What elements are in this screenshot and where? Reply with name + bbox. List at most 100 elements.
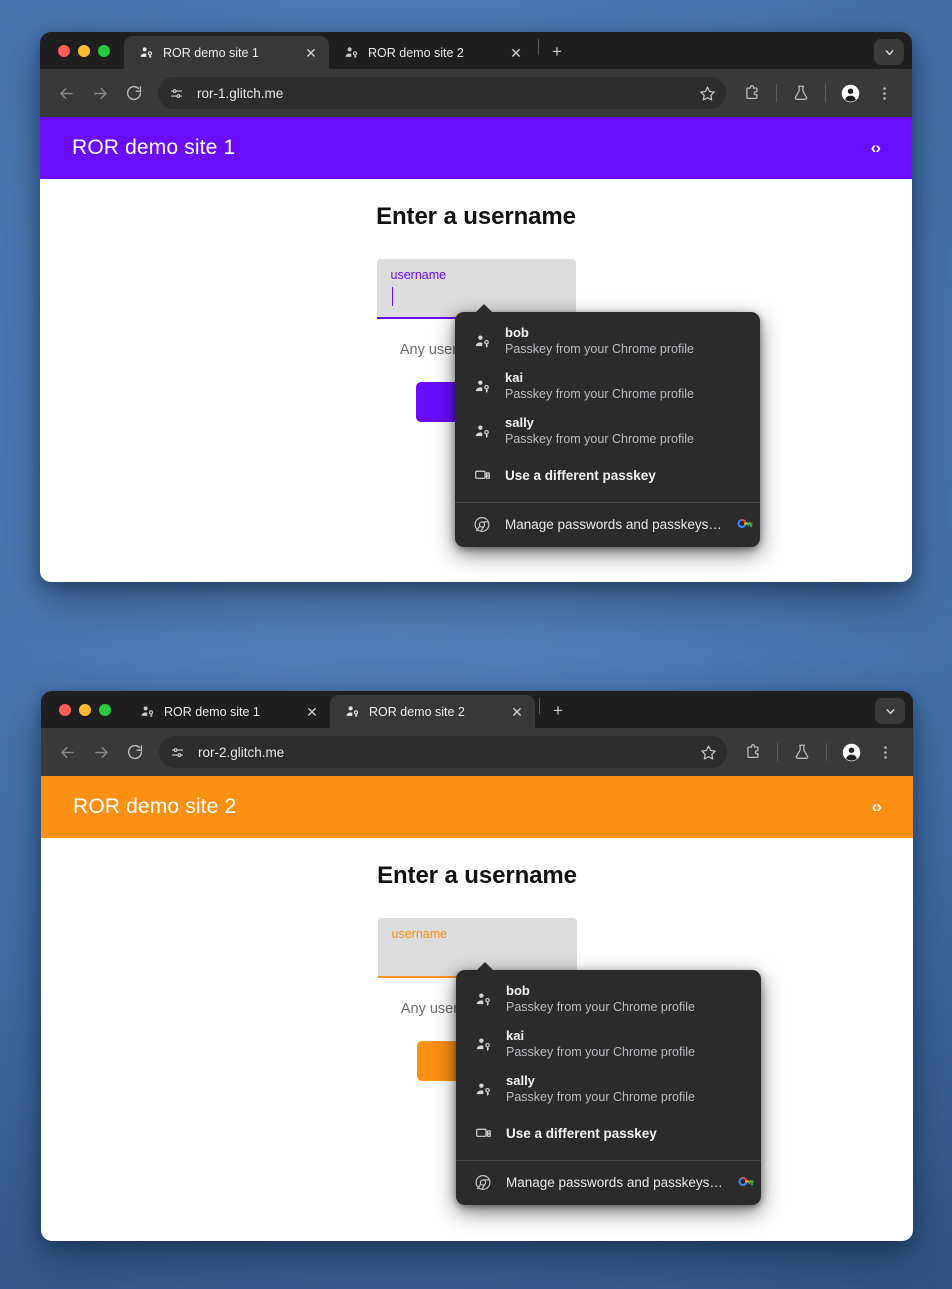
use-different-passkey-option[interactable]: Use a different passkey [455, 454, 760, 498]
labs-flask-icon[interactable] [786, 736, 818, 768]
device-laptop-icon [473, 467, 491, 485]
chevron-down-icon[interactable] [875, 698, 905, 724]
passkey-name: sally [506, 1072, 535, 1088]
maximize-window-button[interactable] [99, 703, 111, 716]
passkey-subtitle: Passkey from your Chrome profile [505, 387, 694, 402]
person-key-icon [138, 45, 154, 61]
back-arrow-icon[interactable] [51, 736, 83, 768]
tab-ror-demo-site-2[interactable]: ROR demo site 2 ✕ [329, 36, 534, 69]
passkey-option-bob[interactable]: bob Passkey from your Chrome profile [455, 319, 760, 364]
manage-passwords-option[interactable]: Manage passwords and passkeys… [455, 503, 760, 547]
site-settings-icon[interactable] [165, 740, 189, 764]
address-bar[interactable]: ror-1.glitch.me [158, 77, 726, 109]
passkey-subtitle: Passkey from your Chrome profile [505, 432, 694, 446]
back-arrow-icon[interactable] [50, 77, 82, 109]
passkey-autofill-dropdown-1: bob Passkey from your Chrome profile kai… [455, 304, 760, 547]
passkey-name: bob [505, 325, 529, 340]
reload-icon[interactable] [118, 77, 150, 109]
manage-passwords-label: Manage passwords and passkeys… [506, 1174, 723, 1190]
use-different-passkey-label: Use a different passkey [505, 468, 656, 484]
window-traffic-lights [40, 32, 124, 69]
passkey-subtitle: Passkey from your Chrome profile [506, 1090, 695, 1104]
window-traffic-lights [41, 691, 125, 728]
tab-title: ROR demo site 1 [163, 45, 259, 60]
new-tab-button[interactable]: + [543, 38, 571, 66]
three-dot-menu-icon[interactable] [869, 736, 901, 768]
toolbar-divider [825, 84, 826, 102]
tab-ror-demo-site-2[interactable]: ROR demo site 2 ✕ [330, 695, 535, 728]
star-icon[interactable] [695, 739, 721, 765]
extensions-icon[interactable] [736, 77, 768, 109]
close-tab-button[interactable]: ✕ [303, 703, 321, 721]
tab-ror-demo-site-1[interactable]: ROR demo site 1 ✕ [125, 695, 330, 728]
three-dot-menu-icon[interactable] [868, 77, 900, 109]
chevron-down-icon[interactable] [874, 39, 904, 65]
site-title: ROR demo site 1 [72, 136, 236, 159]
person-key-icon [139, 704, 155, 720]
tab-divider [539, 697, 540, 714]
passkey-name: sally [505, 414, 534, 430]
close-window-button[interactable] [59, 703, 71, 716]
close-window-button[interactable] [58, 44, 70, 57]
url-text[interactable]: ror-1.glitch.me [188, 86, 694, 101]
close-tab-button[interactable]: ✕ [302, 44, 320, 62]
reload-icon[interactable] [119, 736, 151, 768]
passkey-option-sally[interactable]: sally Passkey from your Chrome profile [455, 409, 760, 454]
passkey-name: bob [506, 983, 530, 998]
person-key-icon [343, 45, 359, 61]
passkey-option-kai[interactable]: kai Passkey from your Chrome profile [455, 364, 760, 409]
username-field-label: username [390, 268, 447, 282]
person-key-icon [474, 1035, 492, 1053]
tab-ror-demo-site-1[interactable]: ROR demo site 1 ✕ [124, 36, 329, 69]
person-key-icon [473, 332, 491, 350]
url-text[interactable]: ror-2.glitch.me [189, 745, 695, 760]
person-key-icon [473, 422, 491, 440]
chrome-logo-icon [474, 1173, 492, 1191]
new-tab-button[interactable]: + [544, 697, 572, 725]
manage-passwords-option[interactable]: Manage passwords and passkeys… [456, 1161, 761, 1205]
minimize-window-button[interactable] [79, 703, 91, 716]
site-header: ROR demo site 2 ‹› [41, 776, 913, 838]
use-different-passkey-option[interactable]: Use a different passkey [456, 1112, 761, 1156]
site-title: ROR demo site 2 [73, 795, 237, 818]
extensions-icon[interactable] [737, 736, 769, 768]
profile-avatar-icon[interactable] [834, 77, 866, 109]
passkey-subtitle: Passkey from your Chrome profile [506, 1000, 695, 1015]
code-brackets-icon[interactable]: ‹› [871, 138, 881, 158]
passkey-subtitle: Passkey from your Chrome profile [505, 342, 694, 357]
close-tab-button[interactable]: ✕ [507, 44, 525, 62]
minimize-window-button[interactable] [78, 44, 90, 57]
page-title: Enter a username [377, 862, 577, 889]
text-caret [391, 287, 393, 306]
maximize-window-button[interactable] [98, 44, 110, 57]
toolbar-divider [776, 84, 777, 102]
username-field-label: username [391, 927, 448, 941]
tab-strip: ROR demo site 1 ✕ ROR demo site 2 ✕ + [41, 691, 913, 728]
site-settings-icon[interactable] [164, 81, 188, 105]
passkey-option-kai[interactable]: kai Passkey from your Chrome profile [456, 1022, 761, 1067]
passkey-option-sally[interactable]: sally Passkey from your Chrome profile [456, 1067, 761, 1112]
passkey-name: kai [506, 1027, 525, 1043]
star-icon[interactable] [694, 80, 720, 106]
profile-avatar-icon[interactable] [835, 736, 867, 768]
chrome-logo-icon [473, 515, 491, 533]
forward-arrow-icon[interactable] [85, 736, 117, 768]
close-tab-button[interactable]: ✕ [508, 703, 526, 721]
tab-strip-right-controls [866, 39, 912, 69]
passkey-name: kai [505, 369, 524, 385]
person-key-icon [474, 1080, 492, 1098]
forward-arrow-icon[interactable] [84, 77, 116, 109]
tab-strip: ROR demo site 1 ✕ ROR demo site 2 ✕ + [40, 32, 912, 69]
use-different-passkey-label: Use a different passkey [506, 1126, 657, 1142]
person-key-icon [474, 990, 492, 1008]
person-key-icon [344, 704, 360, 720]
passkey-option-bob[interactable]: bob Passkey from your Chrome profile [456, 977, 761, 1022]
tab-title: ROR demo site 2 [369, 704, 465, 719]
tab-divider [538, 38, 539, 55]
tab-list: ROR demo site 1 ✕ ROR demo site 2 ✕ + [124, 32, 866, 69]
browser-toolbar: ror-2.glitch.me [41, 728, 913, 776]
labs-flask-icon[interactable] [785, 77, 817, 109]
address-bar[interactable]: ror-2.glitch.me [159, 736, 727, 768]
code-brackets-icon[interactable]: ‹› [872, 797, 882, 817]
browser-toolbar: ror-1.glitch.me [40, 69, 912, 117]
